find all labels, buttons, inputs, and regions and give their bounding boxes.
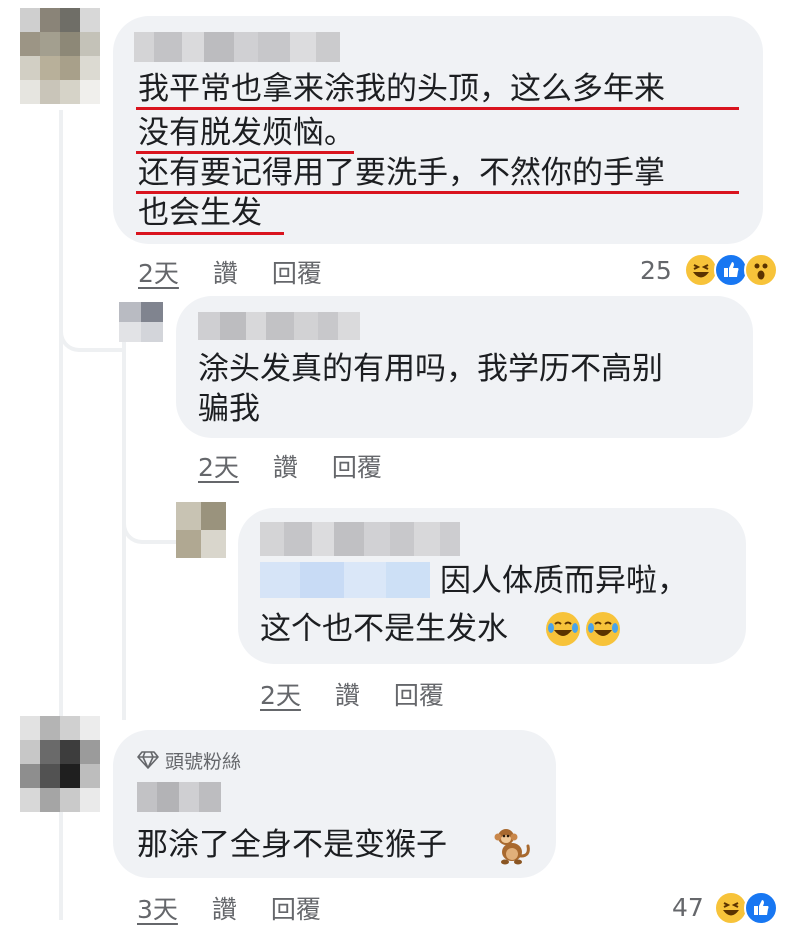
avatar[interactable]	[20, 716, 100, 812]
comment-text-line: 我平常也拿来涂我的头顶，这么多年来	[138, 71, 665, 107]
diamond-icon	[137, 751, 159, 769]
timestamp-link[interactable]: 2天	[260, 676, 301, 712]
comment-actions: 3天 讚 回覆	[137, 890, 321, 926]
laughing-emoji-icon[interactable]	[684, 253, 718, 287]
wow-emoji-icon[interactable]	[744, 253, 778, 287]
timestamp-link[interactable]: 2天	[138, 254, 179, 290]
comment-text-line: 那涂了全身不是变猴子	[137, 827, 447, 863]
tears-of-joy-icon	[546, 612, 580, 646]
comment-text-line: 涂头发真的有用吗，我学历不高别	[198, 351, 663, 387]
comment-text-line: 骗我	[198, 391, 260, 427]
like-button[interactable]: 讚	[213, 254, 238, 290]
like-thumb-icon[interactable]	[744, 891, 778, 925]
comment-text-line: 因人体质而异啦，	[440, 563, 688, 599]
comment-text-line: 也会生发	[138, 195, 262, 231]
mention-tag-blurred[interactable]	[260, 562, 430, 598]
like-thumb-icon[interactable]	[714, 253, 748, 287]
like-button[interactable]: 讚	[335, 676, 360, 712]
author-name-blurred[interactable]	[260, 522, 460, 556]
reply-button[interactable]: 回覆	[271, 890, 321, 926]
monkey-icon	[492, 826, 532, 866]
thread-line	[59, 310, 123, 352]
top-fan-badge[interactable]: 頭號粉絲	[137, 746, 241, 774]
thread-line	[59, 110, 63, 720]
comment-actions: 2天 讚 回覆	[260, 676, 444, 712]
like-button[interactable]: 讚	[273, 448, 298, 484]
like-button[interactable]: 讚	[212, 890, 237, 926]
author-name-blurred[interactable]	[137, 782, 221, 812]
reaction-count[interactable]: 47	[672, 893, 704, 922]
avatar[interactable]	[119, 302, 163, 342]
thread-line	[122, 500, 180, 544]
comment-text-line: 这个也不是生发水	[260, 611, 508, 647]
laughing-emoji-icon[interactable]	[714, 891, 748, 925]
author-name-blurred[interactable]	[134, 32, 340, 62]
reply-button[interactable]: 回覆	[394, 676, 444, 712]
avatar[interactable]	[176, 502, 226, 558]
reply-button[interactable]: 回覆	[272, 254, 322, 290]
author-name-blurred[interactable]	[198, 312, 360, 340]
red-underline	[136, 232, 284, 235]
comment-actions: 2天 讚 回覆	[138, 254, 322, 290]
timestamp-link[interactable]: 2天	[198, 448, 239, 484]
tears-of-joy-icon	[586, 612, 620, 646]
reaction-count[interactable]: 25	[640, 256, 672, 285]
timestamp-link[interactable]: 3天	[137, 890, 178, 926]
badge-label: 頭號粉絲	[165, 750, 242, 773]
reply-button[interactable]: 回覆	[332, 448, 382, 484]
avatar[interactable]	[20, 8, 100, 104]
comment-actions: 2天 讚 回覆	[198, 448, 382, 484]
